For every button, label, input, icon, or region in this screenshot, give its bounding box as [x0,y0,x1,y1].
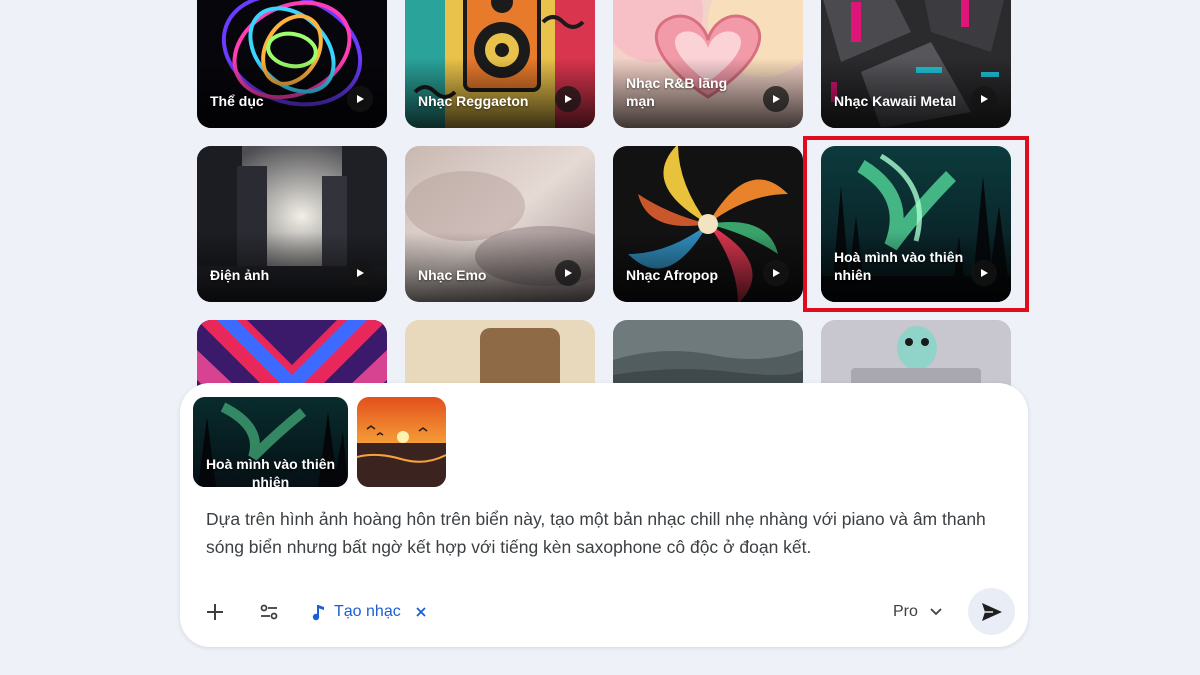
model-selector[interactable]: Pro [893,597,942,627]
card-label: Điện ảnh [210,267,270,283]
card-label: Nhạc Kawaii Metal [834,93,957,109]
card-label: Nhạc Emo [418,267,487,283]
tools-button[interactable] [258,597,280,627]
style-card-kawaii-metal[interactable]: Nhạc Kawaii Metal [821,0,1011,128]
music-tool-label: Tạo nhạc [334,603,401,620]
add-attachment-button[interactable] [204,597,226,627]
prompt-input[interactable]: Dựa trên hình ảnh hoàng hôn trên biển nà… [206,505,996,561]
prompt-composer: Hoà mình vào thiên nhiên Dựa trên hình ả… [180,383,1028,647]
play-icon[interactable] [971,260,997,286]
style-card-rnb[interactable]: Nhạc R&B lãng mạn [613,0,803,128]
play-icon[interactable] [555,86,581,112]
plus-icon [207,604,223,620]
card-label: Nhạc Afropop [626,267,719,283]
card-label: Nhạc R&B lãng mạn [626,75,728,109]
card-label: Nhạc Reggaeton [418,93,529,109]
play-icon[interactable] [971,86,997,112]
play-icon[interactable] [763,260,789,286]
style-card-emo[interactable]: Nhạc Emo [405,146,595,302]
chevron-down-icon [930,608,942,616]
chip-label: Hoà mình vào thiên nhiên [205,456,336,487]
sunset-beach-thumbnail-icon [357,397,446,487]
image-attachment-sunset[interactable] [357,397,446,487]
play-icon[interactable] [347,260,373,286]
style-card-cinematic[interactable]: Điện ảnh [197,146,387,302]
style-chip-nature[interactable]: Hoà mình vào thiên nhiên [193,397,348,487]
play-icon[interactable] [555,260,581,286]
card-label: Thể dục [210,93,264,109]
style-card-afropop[interactable]: Nhạc Afropop [613,146,803,302]
style-card-exercise[interactable]: Thể dục [197,0,387,128]
style-card-reggaeton[interactable]: Nhạc Reggaeton [405,0,595,128]
sliders-icon [260,604,278,620]
play-icon[interactable] [347,86,373,112]
play-icon[interactable] [763,86,789,112]
close-icon[interactable] [415,606,427,618]
music-note-icon [312,605,324,621]
card-label: Hoà mình vào thiên nhiên [834,249,964,283]
send-icon [981,602,1002,621]
style-card-nature[interactable]: Hoà mình vào thiên nhiên [821,146,1011,302]
model-label: Pro [893,603,918,620]
create-music-tool-chip[interactable]: Tạo nhạc [312,597,427,627]
send-button[interactable] [968,588,1015,635]
